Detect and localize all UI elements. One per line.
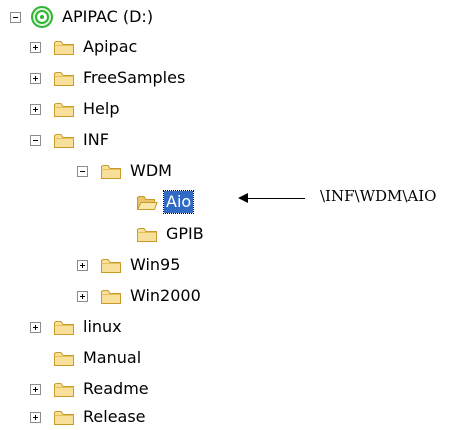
expand-readme-button[interactable] xyxy=(30,384,41,395)
folder-icon xyxy=(53,380,75,398)
folder-icon xyxy=(136,225,158,243)
tree-item-inf[interactable]: INF xyxy=(53,128,111,152)
folder-icon xyxy=(53,38,75,56)
tree-item-help[interactable]: Help xyxy=(53,97,121,121)
tree-item-label: WDM xyxy=(130,161,172,180)
annotation-arrow-line xyxy=(245,198,305,199)
tree-item-label: INF xyxy=(83,130,109,149)
tree-item-label: Win2000 xyxy=(130,286,201,305)
tree-item-freesamples[interactable]: FreeSamples xyxy=(53,66,187,90)
tree-item-label: FreeSamples xyxy=(83,68,186,87)
collapse-root-button[interactable] xyxy=(10,12,21,23)
folder-icon xyxy=(53,318,75,336)
tree-item-label: Help xyxy=(83,99,120,118)
tree-item-label: APIPAC (D:) xyxy=(62,7,154,26)
folder-icon xyxy=(100,287,122,305)
expand-win2000-button[interactable] xyxy=(77,291,88,302)
tree-item-label: Win95 xyxy=(130,255,181,274)
folder-icon xyxy=(53,408,75,426)
folder-icon xyxy=(53,131,75,149)
expand-freesamples-button[interactable] xyxy=(30,73,41,84)
folder-icon xyxy=(53,69,75,87)
tree-item-aio[interactable]: Aio xyxy=(136,190,195,214)
tree-item-apipac[interactable]: Apipac xyxy=(53,35,139,59)
expand-linux-button[interactable] xyxy=(30,322,41,333)
tree-item-gpib[interactable]: GPIB xyxy=(136,222,206,246)
folder-icon xyxy=(100,256,122,274)
expand-win95-button[interactable] xyxy=(77,260,88,271)
expand-help-button[interactable] xyxy=(30,104,41,115)
tree-item-label: linux xyxy=(83,317,122,336)
tree-item-wdm[interactable]: WDM xyxy=(100,159,174,183)
expand-release-button[interactable] xyxy=(30,412,41,423)
expand-apipac-button[interactable] xyxy=(30,42,41,53)
tree-item-release[interactable]: Release xyxy=(53,405,148,429)
tree-item-win2000[interactable]: Win2000 xyxy=(100,284,203,308)
open-folder-icon xyxy=(136,193,158,211)
tree-item-linux[interactable]: linux xyxy=(53,315,124,339)
tree-item-label: Release xyxy=(83,407,146,426)
tree-item-manual[interactable]: Manual xyxy=(53,346,143,370)
tree-item-label: GPIB xyxy=(166,224,204,243)
tree-item-win95[interactable]: Win95 xyxy=(100,253,182,277)
tree-item-label: Apipac xyxy=(83,37,138,56)
folder-icon xyxy=(100,162,122,180)
tree-root-drive[interactable]: APIPAC (D:) xyxy=(30,5,155,29)
tree-item-label: Readme xyxy=(83,379,149,398)
tree-item-label: Aio xyxy=(162,190,195,214)
folder-icon xyxy=(53,349,75,367)
drive-icon xyxy=(31,6,53,28)
collapse-inf-button[interactable] xyxy=(30,135,41,146)
tree-item-readme[interactable]: Readme xyxy=(53,377,151,401)
collapse-wdm-button[interactable] xyxy=(77,166,88,177)
tree-item-label: Manual xyxy=(83,348,142,367)
folder-icon xyxy=(53,100,75,118)
annotation-path-label: \INF\WDM\AIO xyxy=(320,187,437,205)
